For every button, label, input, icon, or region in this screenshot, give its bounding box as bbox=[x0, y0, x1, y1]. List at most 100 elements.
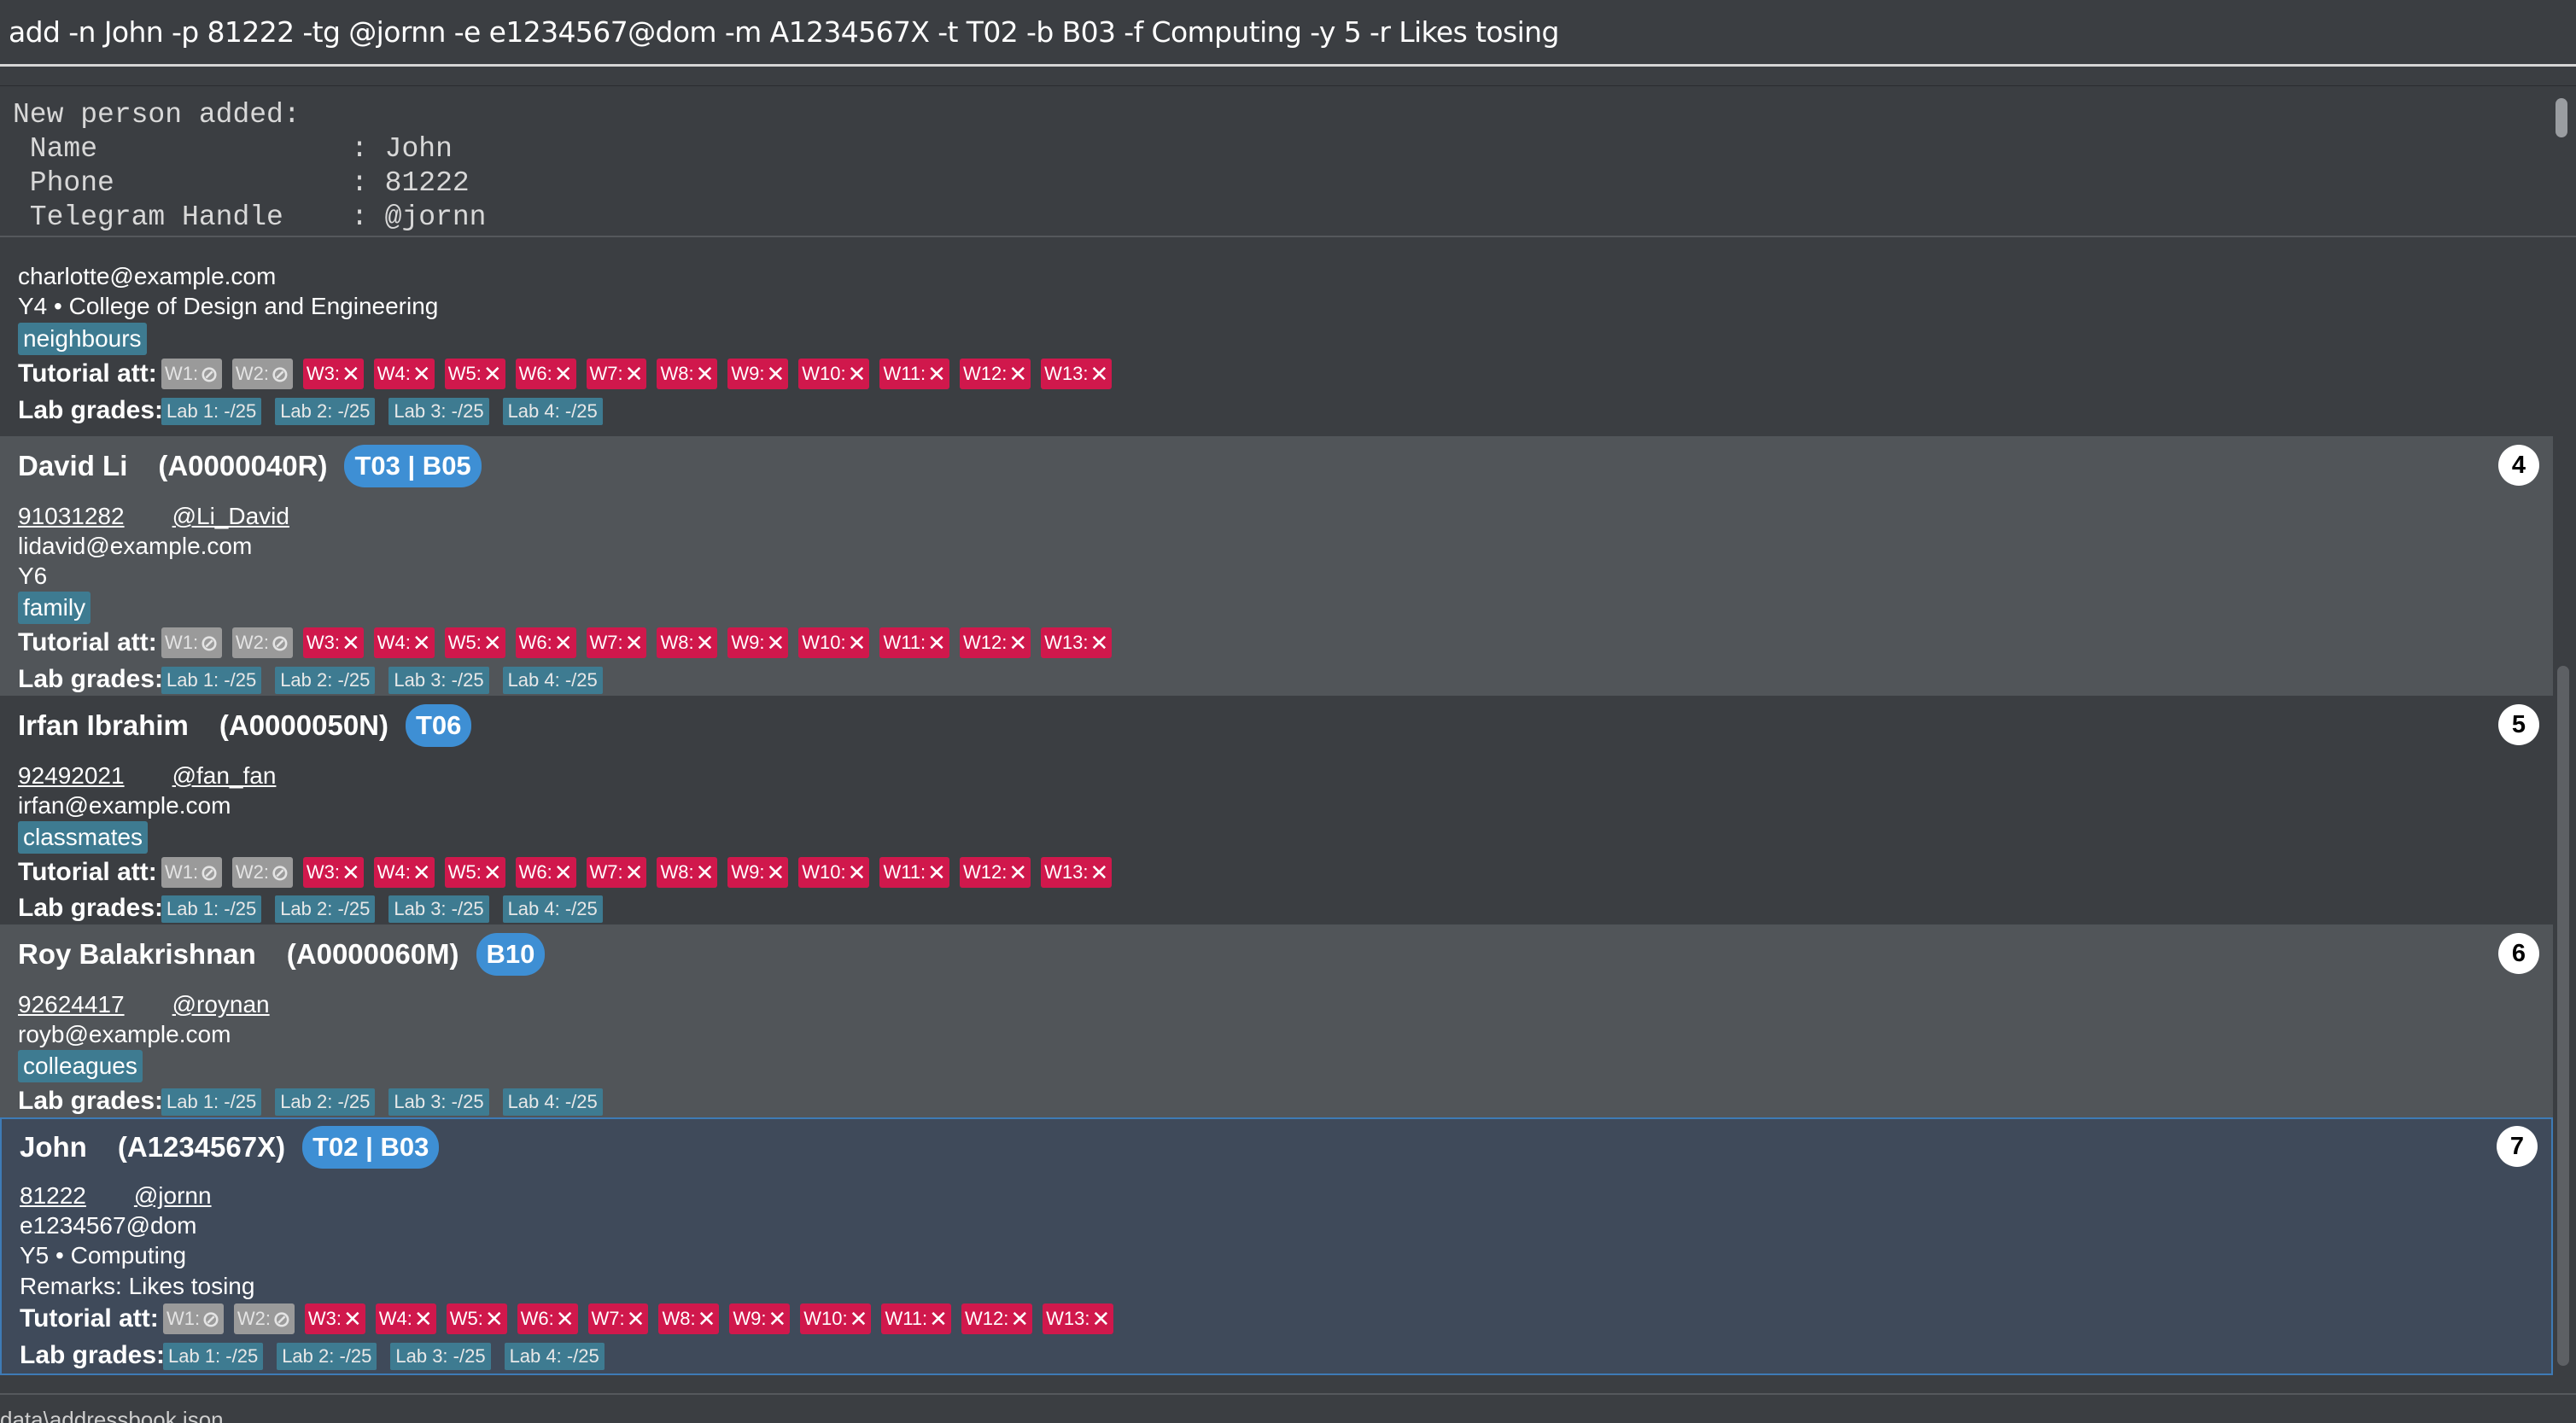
telegram-link[interactable]: @fan_fan bbox=[172, 762, 277, 789]
index-badge: 7 bbox=[2497, 1126, 2538, 1167]
attendance-chip: W13: ✕ bbox=[1041, 359, 1113, 389]
person-list[interactable]: charlotte@example.com Y4 • College of De… bbox=[0, 263, 2553, 1379]
attendance-week-label: W13: bbox=[1044, 861, 1089, 883]
lab-label: Lab grades: bbox=[18, 396, 164, 424]
attendance-week-label: W5: bbox=[447, 861, 482, 883]
absent-icon: ✕ bbox=[341, 360, 360, 387]
attendance-week-label: W4: bbox=[377, 363, 411, 384]
lab-row: Lab grades: Lab 1: -/25 Lab 2: -/25 Lab 3:… bbox=[18, 894, 616, 923]
attendance-week-label: W2: bbox=[235, 861, 270, 883]
tag: classmates bbox=[18, 821, 149, 854]
person-card[interactable]: charlotte@example.com Y4 • College of De… bbox=[0, 263, 2553, 436]
attendance-week-label: W8: bbox=[662, 1308, 696, 1329]
attendance-week-label: W7: bbox=[589, 861, 623, 883]
command-input[interactable] bbox=[9, 0, 2561, 65]
tag: neighbours bbox=[18, 323, 147, 355]
attendance-chip: W5: ✕ bbox=[444, 857, 505, 888]
attendance-week-label: W5: bbox=[447, 363, 482, 384]
attendance-chip: W1: ⊘ bbox=[161, 359, 222, 389]
lab-grade-chip: Lab 1: -/25 bbox=[161, 667, 262, 694]
attendance-week-label: W3: bbox=[306, 861, 340, 883]
attendance-chip: W8: ✕ bbox=[657, 627, 718, 658]
attendance-chip: W9: ✕ bbox=[727, 359, 789, 389]
phone-link[interactable]: 92624417 bbox=[18, 991, 125, 1018]
lab-list: Lab 1: -/25 Lab 2: -/25 Lab 3: -/25 Lab 4: … bbox=[161, 1087, 616, 1116]
attendance-week-label: W2: bbox=[235, 363, 270, 384]
attendance-chip: W11: ✕ bbox=[879, 627, 949, 658]
attendance-chip: W10: ✕ bbox=[798, 627, 870, 658]
attendance-chip: W7: ✕ bbox=[586, 627, 647, 658]
lab-grade-chip: Lab 4: -/25 bbox=[504, 1343, 605, 1370]
attendance-chip: W4: ✕ bbox=[375, 1303, 436, 1334]
phone-link[interactable]: 92492021 bbox=[18, 762, 125, 789]
absent-icon: ✕ bbox=[624, 859, 644, 885]
person-card-selected[interactable]: John (A1234567X) T02 | B03 7 81222 @jornn… bbox=[0, 1117, 2553, 1375]
phone-link[interactable]: 91031282 bbox=[18, 503, 125, 529]
lab-grade-chip: Lab 3: -/25 bbox=[390, 1343, 491, 1370]
phone-link[interactable]: 81222 bbox=[20, 1182, 86, 1209]
absent-icon: ✕ bbox=[482, 859, 502, 885]
person-card[interactable]: Roy Balakrishnan (A0000060M) B10 6 92624… bbox=[0, 924, 2553, 1117]
absent-icon: ✕ bbox=[626, 1305, 645, 1332]
telegram-link[interactable]: @roynan bbox=[172, 991, 270, 1018]
result-display[interactable]: New person added: Name : John Phone : 81… bbox=[0, 85, 2576, 237]
name-row: David Li (A0000040R) T03 | B05 bbox=[18, 445, 482, 487]
attendance-chip: W2: ⊘ bbox=[231, 857, 293, 888]
lab-label: Lab grades: bbox=[20, 1341, 166, 1369]
attendance-week-label: W11: bbox=[883, 861, 926, 883]
attendance-week-label: W8: bbox=[660, 861, 694, 883]
student-id: (A0000040R) bbox=[158, 450, 328, 481]
attendance-chip: W13: ✕ bbox=[1043, 1303, 1114, 1334]
attendance-week-label: W13: bbox=[1044, 632, 1089, 653]
absent-icon: ✕ bbox=[927, 360, 946, 387]
attendance-week-label: W10: bbox=[802, 861, 846, 883]
name-row: John (A1234567X) T02 | B03 bbox=[20, 1126, 440, 1169]
attendance-label: Tutorial att: bbox=[20, 1304, 159, 1333]
absent-icon: ✕ bbox=[341, 859, 360, 885]
telegram-link[interactable]: @jornn bbox=[134, 1182, 212, 1209]
absent-icon: ✕ bbox=[412, 360, 431, 387]
absent-icon: ✕ bbox=[697, 1305, 716, 1332]
attendance-chip: W10: ✕ bbox=[798, 359, 870, 389]
result-scrollbar[interactable] bbox=[2556, 98, 2567, 137]
lab-grade-chip: Lab 1: -/25 bbox=[161, 398, 262, 425]
lab-grade-chip: Lab 2: -/25 bbox=[275, 667, 376, 694]
attendance-chip: W7: ✕ bbox=[587, 1303, 649, 1334]
attendance-chip: W12: ✕ bbox=[959, 857, 1031, 888]
attendance-week-label: W11: bbox=[883, 363, 926, 384]
attendance-week-label: W10: bbox=[803, 1308, 848, 1329]
attendance-week-label: W12: bbox=[962, 363, 1008, 384]
attendance-week-label: W2: bbox=[235, 632, 270, 653]
lab-grade-chip: Lab 1: -/25 bbox=[163, 1343, 264, 1370]
attendance-chip: W4: ✕ bbox=[373, 359, 435, 389]
attendance-chip: W6: ✕ bbox=[515, 627, 576, 658]
lab-grade-chip: Lab 3: -/25 bbox=[388, 1088, 489, 1116]
lab-list: Lab 1: -/25 Lab 2: -/25 Lab 3: -/25 Lab 4: … bbox=[163, 1341, 618, 1370]
absent-icon: ✕ bbox=[1010, 1305, 1030, 1332]
absent-icon: ✕ bbox=[1008, 629, 1028, 656]
absent-icon: ✕ bbox=[1089, 629, 1109, 656]
attendance-row: Tutorial att: W1: ⊘ W2: ⊘ W3: ✕ W4: ✕ W5: ✕ W6: ✕ W7… bbox=[20, 1303, 1124, 1334]
excused-icon: ⊘ bbox=[200, 629, 219, 656]
attendance-chip: W7: ✕ bbox=[586, 857, 647, 888]
attendance-week-label: W6: bbox=[518, 861, 552, 883]
attendance-week-label: W2: bbox=[237, 1308, 272, 1329]
absent-icon: ✕ bbox=[412, 859, 431, 885]
attendance-week-label: W7: bbox=[589, 632, 623, 653]
remarks: Remarks: Likes tosing bbox=[20, 1273, 255, 1299]
lab-grade-chip: Lab 4: -/25 bbox=[502, 895, 603, 923]
attendance-chip: W11: ✕ bbox=[879, 857, 949, 888]
lab-row: Lab grades: Lab 1: -/25 Lab 2: -/25 Lab 3:… bbox=[20, 1341, 618, 1370]
person-card[interactable]: David Li (A0000040R) T03 | B05 4 9103128… bbox=[0, 436, 2553, 696]
attendance-week-label: W10: bbox=[802, 632, 846, 653]
attendance-week-label: W6: bbox=[518, 363, 552, 384]
attendance-week-label: W3: bbox=[306, 632, 340, 653]
telegram-link[interactable]: @Li_David bbox=[172, 503, 289, 529]
lab-grade-chip: Lab 1: -/25 bbox=[161, 1088, 262, 1116]
list-scrollbar-thumb[interactable] bbox=[2557, 666, 2569, 1366]
person-card[interactable]: Irfan Ibrahim (A0000050N) T06 5 92492021… bbox=[0, 696, 2553, 924]
attendance-week-label: W13: bbox=[1044, 363, 1089, 384]
lab-grade-chip: Lab 4: -/25 bbox=[502, 398, 603, 425]
excused-icon: ⊘ bbox=[271, 859, 289, 885]
attendance-week-label: W1: bbox=[166, 1308, 201, 1329]
